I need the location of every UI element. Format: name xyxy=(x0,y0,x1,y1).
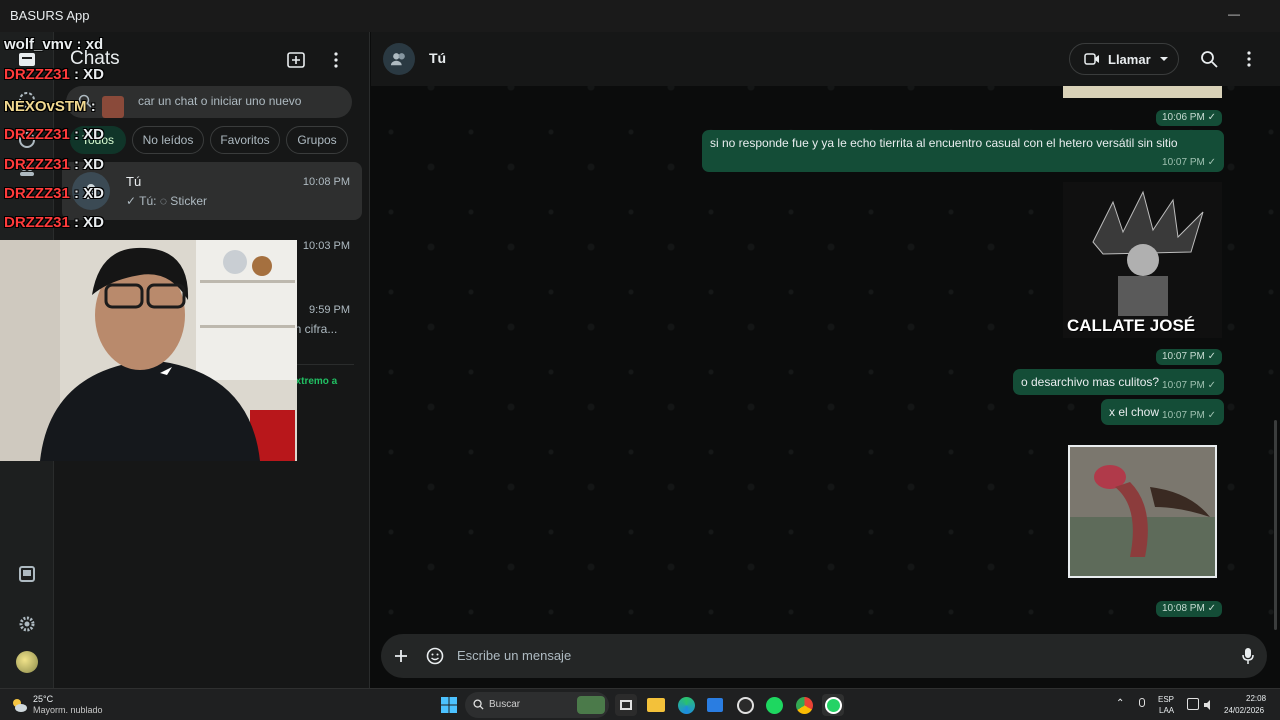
taskbar-search-label: Buscar xyxy=(489,699,521,710)
language-bottom[interactable]: LAA xyxy=(1159,706,1174,715)
app-window: BASURS App — Chats car un chat o iniciar… xyxy=(0,0,1280,720)
attach-icon[interactable] xyxy=(389,644,413,668)
conversation-panel: Tú Llamar 10:06 PM ✓ si no responde fue … xyxy=(371,32,1280,688)
conversation-scrollbar[interactable] xyxy=(1274,420,1277,630)
filter-grupos[interactable]: Grupos xyxy=(286,126,348,154)
contact-avatar[interactable] xyxy=(383,43,415,75)
chat-name: Tú xyxy=(126,174,142,189)
whatsapp-icon[interactable] xyxy=(822,694,844,716)
emote-icon xyxy=(101,96,124,118)
filter-no-leidos[interactable]: No leídos xyxy=(132,126,204,154)
spotify-icon[interactable] xyxy=(763,694,785,716)
menu-icon[interactable] xyxy=(324,48,348,72)
chat-time: 10:08 PM xyxy=(302,176,350,188)
start-icon[interactable] xyxy=(438,694,460,716)
message-composer[interactable]: Escribe un mensaje xyxy=(381,634,1267,678)
volume-icon[interactable] xyxy=(1203,698,1215,710)
clock-time[interactable]: 22:08 xyxy=(1246,694,1266,703)
message-bubble[interactable]: si no responde fue y ya le echo tierrita… xyxy=(702,130,1224,172)
weather-temperature: 25°C xyxy=(33,694,54,704)
chat-time: 9:59 PM xyxy=(309,304,350,316)
settings-icon[interactable] xyxy=(15,612,39,636)
taskbar-search[interactable]: Buscar xyxy=(465,692,609,718)
file-explorer-icon[interactable] xyxy=(645,694,667,716)
contact-name[interactable]: Tú xyxy=(429,50,446,66)
message-text: si no responde fue y ya le echo tierrita… xyxy=(710,136,1178,150)
app-title: BASURS App xyxy=(10,8,90,23)
video-icon xyxy=(1084,53,1099,65)
stream-chat-line: DRZZZ31 : XD xyxy=(4,214,105,231)
obs-icon[interactable] xyxy=(734,694,756,716)
message-time: 10:06 PM ✓ xyxy=(1156,110,1222,126)
microphone-icon[interactable] xyxy=(1137,698,1147,712)
previous-image[interactable] xyxy=(1063,86,1222,98)
chat-time: 10:03 PM xyxy=(302,240,350,252)
conversation-header: Tú Llamar xyxy=(371,32,1280,86)
network-icon[interactable] xyxy=(1187,698,1199,710)
filter-favoritos[interactable]: Favoritos xyxy=(210,126,280,154)
edge-icon[interactable] xyxy=(675,694,697,716)
chat-item[interactable]: Tú 10:08 PM ✓ Tú: ◌ Sticker xyxy=(62,162,362,220)
call-label: Llamar xyxy=(1108,51,1151,67)
message-time: 10:07 PM ✓ xyxy=(1162,157,1216,168)
chat-preview: ✓ Tú: ◌ Sticker xyxy=(126,194,207,208)
chrome-icon[interactable] xyxy=(793,694,815,716)
search-highlight-icon xyxy=(577,696,605,714)
profile-avatar[interactable] xyxy=(15,650,39,674)
taskbar: 25°C Mayorm. nublado Buscar ⌃ ESP LAA 22… xyxy=(0,688,1280,720)
task-view-icon[interactable] xyxy=(615,694,637,716)
menu-icon[interactable] xyxy=(1237,47,1261,71)
stream-chat-line: wolf_vmv : xd xyxy=(4,36,104,53)
tray-chevron-icon[interactable]: ⌃ xyxy=(1116,698,1124,709)
call-button[interactable]: Llamar xyxy=(1069,43,1179,75)
message-input[interactable]: Escribe un mensaje xyxy=(457,648,571,663)
message-time: 10:07 PM ✓ xyxy=(1156,349,1222,365)
divider xyxy=(294,364,354,365)
message-time: 10:08 PM ✓ xyxy=(1156,601,1222,617)
message-time: 10:07 PM ✓ xyxy=(1162,410,1216,421)
encryption-note: extremo a xyxy=(290,376,338,387)
photo-image[interactable] xyxy=(1068,445,1217,578)
window-titlebar: BASURS App — xyxy=(0,0,1280,32)
stream-chat-line: NEXOvSTM : xyxy=(4,96,124,118)
message-bubble[interactable]: x el chow 10:07 PM ✓ xyxy=(1101,399,1224,425)
stream-chat-line: DRZZZ31 : XD xyxy=(4,156,105,173)
message-bubble[interactable]: o desarchivo mas culitos? 10:07 PM ✓ xyxy=(1013,369,1224,395)
media-icon[interactable] xyxy=(15,562,39,586)
stream-chat-line: DRZZZ31 : XD xyxy=(4,66,105,83)
message-time: 10:07 PM ✓ xyxy=(1162,380,1216,391)
search-icon[interactable] xyxy=(1197,47,1221,71)
microphone-icon[interactable] xyxy=(1236,644,1260,668)
search-placeholder: car un chat o iniciar uno nuevo xyxy=(138,94,302,108)
clock-date[interactable]: 24/02/2026 xyxy=(1224,706,1264,715)
sticker-icon[interactable] xyxy=(423,644,447,668)
weather-icon[interactable] xyxy=(10,696,28,714)
sticker-caption: CALLATE JOSÉ xyxy=(1067,316,1196,335)
message-text: o desarchivo mas culitos? xyxy=(1021,375,1160,389)
search-icon xyxy=(473,699,484,710)
sticker-image[interactable]: CALLATE JOSÉ xyxy=(1063,182,1222,338)
language-top[interactable]: ESP xyxy=(1158,695,1174,704)
stream-chat-line: DRZZZ31 : XD xyxy=(4,126,105,143)
store-icon[interactable] xyxy=(704,694,726,716)
new-chat-icon[interactable] xyxy=(284,48,308,72)
message-text: x el chow xyxy=(1109,405,1160,419)
weather-description: Mayorm. nublado xyxy=(33,705,103,715)
stream-chat-line: DRZZZ31 : XD xyxy=(4,185,105,202)
webcam-overlay xyxy=(0,240,297,461)
chevron-down-icon xyxy=(1159,57,1168,61)
